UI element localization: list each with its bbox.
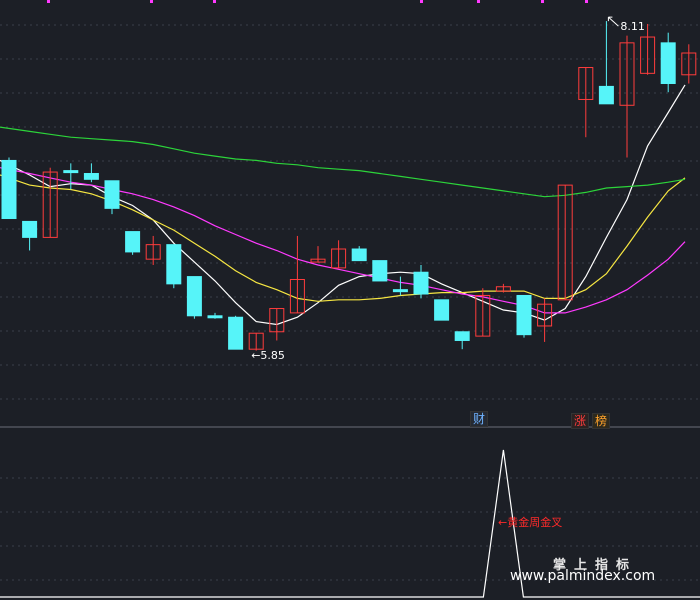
top-marker [150, 0, 153, 3]
top-marker [47, 0, 50, 3]
high-price-label: 8.11 [620, 20, 645, 33]
top-marker [213, 0, 216, 3]
candle-body [434, 299, 450, 321]
watermark-url: www.palmindex.com [510, 568, 656, 584]
candle-body [372, 260, 388, 282]
candle-body [166, 244, 182, 285]
candle-body [660, 42, 676, 84]
candle-body [228, 316, 244, 350]
ranking-tag: 榜 [592, 413, 611, 429]
candle-body [125, 231, 141, 253]
signal-annotation: ←黄金周金叉 [498, 516, 563, 529]
candle-body [186, 276, 202, 317]
candle-body [207, 315, 223, 319]
candle-body [351, 248, 367, 262]
ma-green-line [0, 126, 686, 198]
finance-tag: 财 [470, 411, 489, 427]
candle-body [454, 331, 470, 341]
top-marker [585, 0, 588, 3]
candle-body [83, 173, 99, 180]
top-marker [541, 0, 544, 3]
candle-body [516, 294, 532, 336]
low-price-label: ←5.85 [251, 349, 285, 362]
candle-body [598, 85, 614, 105]
chart-canvas: ←5.85 8.11 [0, 0, 700, 598]
candle-body [392, 289, 408, 293]
top-marker [420, 0, 423, 3]
top-marker [477, 0, 480, 3]
ma-white-line [0, 84, 686, 326]
candle-body [1, 159, 17, 220]
candle-body [413, 271, 429, 295]
candle-body [104, 180, 120, 209]
candle-body [22, 220, 38, 238]
candle-body [63, 170, 79, 174]
limit-up-tag: 涨 [571, 413, 590, 429]
